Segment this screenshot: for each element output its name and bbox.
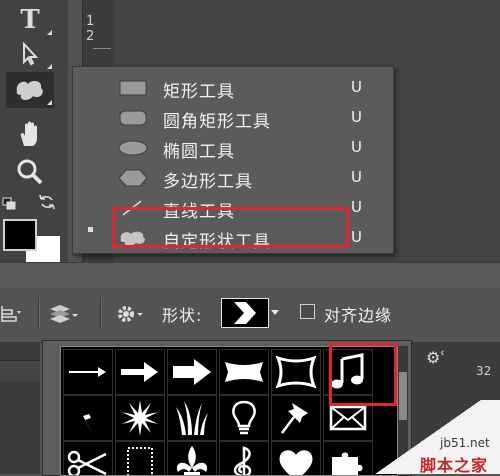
shape-bold-arrow[interactable] — [167, 349, 217, 395]
polygon-icon — [118, 169, 148, 187]
magnifier-icon — [17, 159, 43, 185]
shape-pushpin[interactable] — [271, 395, 321, 441]
shape-grass[interactable] — [167, 395, 217, 441]
flyout-shortcut: U — [351, 78, 362, 96]
shape-thin-arrow[interactable] — [63, 349, 113, 395]
lightning-icon — [83, 402, 93, 434]
treble-clef-icon — [233, 446, 252, 475]
arrow-icon — [121, 362, 158, 382]
flyout-shortcut: U — [351, 198, 362, 216]
chevron-down-icon[interactable] — [271, 310, 279, 315]
ruler-number: 32 — [476, 364, 492, 378]
flyout-shortcut: U — [351, 228, 362, 246]
active-tool-indicator — [88, 227, 93, 232]
grass-icon — [176, 401, 208, 435]
scissors-icon — [67, 450, 107, 475]
shape-picker[interactable] — [221, 298, 269, 328]
shape-scissors[interactable] — [63, 441, 113, 475]
path-alignment-icon[interactable] — [0, 304, 22, 328]
swap-colors-icon[interactable] — [38, 194, 56, 214]
shape-fleur-de-lis[interactable] — [167, 441, 217, 475]
foreground-color-swatch[interactable] — [3, 219, 37, 251]
flyout-item-label: 圆角矩形工具 — [163, 112, 271, 132]
shape-lightning[interactable] — [63, 395, 113, 441]
shape-treble-clef[interactable] — [219, 441, 269, 475]
flyout-item-ellipse[interactable]: 椭圆工具 U — [73, 133, 393, 163]
frame-icon — [275, 355, 317, 389]
shape-starburst[interactable] — [115, 395, 165, 441]
flyout-shortcut: U — [351, 108, 362, 126]
path-arrangement-icon[interactable] — [50, 302, 80, 330]
fleur-de-lis-icon — [177, 446, 207, 475]
custom-shape-tool[interactable] — [6, 72, 54, 108]
shape-dotted-frame[interactable] — [115, 441, 165, 475]
ruler-numbers: 1 2 — [86, 14, 95, 44]
hand-icon — [20, 121, 37, 146]
ellipse-icon — [118, 140, 148, 156]
flyout-item-label: 椭圆工具 — [163, 142, 235, 162]
rectangle-icon — [119, 80, 147, 96]
shape-arrow[interactable] — [115, 349, 165, 395]
flyout-shortcut: U — [351, 168, 362, 186]
bold-arrow-icon — [173, 359, 211, 385]
rounded-rectangle-icon — [119, 110, 147, 126]
zoom-tool[interactable] — [6, 154, 54, 190]
hand-tool[interactable] — [6, 116, 54, 152]
banner-icon — [225, 362, 263, 382]
shape-frame[interactable] — [271, 349, 321, 395]
dotted-frame-icon — [127, 447, 153, 475]
align-edges-label: 对齐边缘 — [324, 306, 393, 325]
type-icon: T — [20, 5, 40, 35]
pushpin-icon — [281, 403, 308, 434]
starburst-icon — [122, 400, 158, 436]
default-colors-icon[interactable] — [2, 196, 18, 215]
watermark-site: jb51.net — [440, 436, 490, 450]
align-edges-checkbox[interactable] — [300, 304, 315, 319]
panel-gear-icon[interactable]: ⚙ʿ — [426, 348, 445, 367]
watermark-name: 脚本之家 — [420, 456, 489, 475]
shape-label: 形状: — [162, 306, 203, 325]
flyout-item-polygon[interactable]: 多边形工具 U — [73, 163, 393, 193]
arrow-cursor-icon — [23, 42, 39, 66]
flyout-item-label: 矩形工具 — [163, 82, 235, 102]
thin-arrow-icon — [69, 367, 106, 377]
panel-separator — [0, 262, 500, 289]
flyout-item-label: 多边形工具 — [163, 172, 253, 192]
horizontal-ruler — [0, 360, 40, 381]
shape-lightbulb[interactable] — [219, 395, 269, 441]
heart-icon — [279, 450, 313, 475]
flyout-shortcut: U — [351, 138, 362, 156]
custom-shape-icon — [16, 80, 43, 101]
chevron-shape-icon — [234, 302, 256, 324]
flyout-item-rectangle[interactable]: 矩形工具 U — [73, 73, 393, 103]
type-tool[interactable]: T — [6, 2, 54, 38]
gear-icon[interactable] — [114, 300, 144, 332]
flyout-item-rounded-rectangle[interactable]: 圆角矩形工具 U — [73, 103, 393, 133]
shape-heart[interactable] — [271, 441, 321, 475]
lightbulb-icon — [232, 400, 256, 435]
path-selection-tool[interactable] — [6, 36, 54, 72]
highlight-box — [112, 207, 349, 248]
shape-banner[interactable] — [219, 349, 269, 395]
highlight-box — [329, 343, 397, 406]
